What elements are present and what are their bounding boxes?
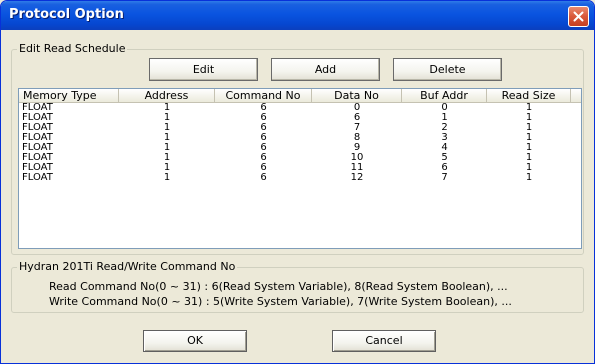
command-no-cell: 6 bbox=[260, 172, 267, 183]
column-header-memory-type[interactable]: Memory Type bbox=[19, 89, 119, 103]
column-header-data-no[interactable]: Data No bbox=[312, 89, 402, 103]
edit-button[interactable]: Edit bbox=[149, 58, 258, 81]
title-bar[interactable]: Protocol Option bbox=[1, 1, 594, 30]
delete-button[interactable]: Delete bbox=[393, 58, 502, 81]
column-header-address[interactable]: Address bbox=[119, 89, 215, 103]
column-header-read-size[interactable]: Read Size bbox=[487, 89, 571, 103]
edit-read-schedule-legend: Edit Read Schedule bbox=[17, 42, 128, 56]
command-info-legend: Hydran 201Ti Read/Write Command No bbox=[17, 260, 238, 274]
data-no-cell: 12 bbox=[350, 172, 364, 183]
table-row[interactable]: FLOAT 1 6 9 4 1 bbox=[19, 143, 581, 153]
close-icon bbox=[573, 11, 584, 22]
write-command-info: Write Command No(0 ~ 31) : 5(Write Syste… bbox=[49, 295, 512, 308]
close-button[interactable] bbox=[568, 6, 589, 27]
read-schedule-table[interactable]: Memory Type Address Command No Data No B… bbox=[18, 88, 582, 249]
window-title: Protocol Option bbox=[9, 7, 124, 22]
read-command-info: Read Command No(0 ~ 31) : 6(Read System … bbox=[49, 280, 508, 293]
address-cell: 1 bbox=[163, 172, 171, 183]
table-row[interactable]: FLOAT 1 6 11 6 1 bbox=[19, 163, 581, 173]
add-button[interactable]: Add bbox=[271, 58, 380, 81]
table-row[interactable]: FLOAT 1 6 6 1 1 bbox=[19, 113, 581, 123]
buf-addr-cell: 7 bbox=[441, 172, 448, 183]
cancel-button[interactable]: Cancel bbox=[332, 330, 436, 352]
table-row[interactable]: FLOAT 1 6 12 7 1 bbox=[19, 173, 581, 183]
read-size-cell: 1 bbox=[525, 172, 533, 183]
column-header-command-no[interactable]: Command No bbox=[215, 89, 312, 103]
memory-type-cell: FLOAT bbox=[22, 172, 53, 183]
table-row[interactable]: FLOAT 1 6 0 0 1 bbox=[19, 103, 581, 113]
table-row[interactable]: FLOAT 1 6 7 2 1 bbox=[19, 123, 581, 133]
protocol-option-dialog: Protocol Option Edit Read Schedule Edit … bbox=[0, 0, 595, 364]
table-row[interactable]: FLOAT 1 6 8 3 1 bbox=[19, 133, 581, 143]
ok-button[interactable]: OK bbox=[143, 330, 247, 352]
table-row[interactable]: FLOAT 1 6 10 5 1 bbox=[19, 153, 581, 163]
table-header: Memory Type Address Command No Data No B… bbox=[19, 89, 581, 103]
column-header-buf-addr[interactable]: Buf Addr bbox=[402, 89, 487, 103]
table-body: FLOAT 1 6 0 0 1 FLOAT 1 6 6 1 1 FLOAT 1 6 7 2 1 FLOAT 1 6 8 3 1… bbox=[19, 103, 581, 183]
